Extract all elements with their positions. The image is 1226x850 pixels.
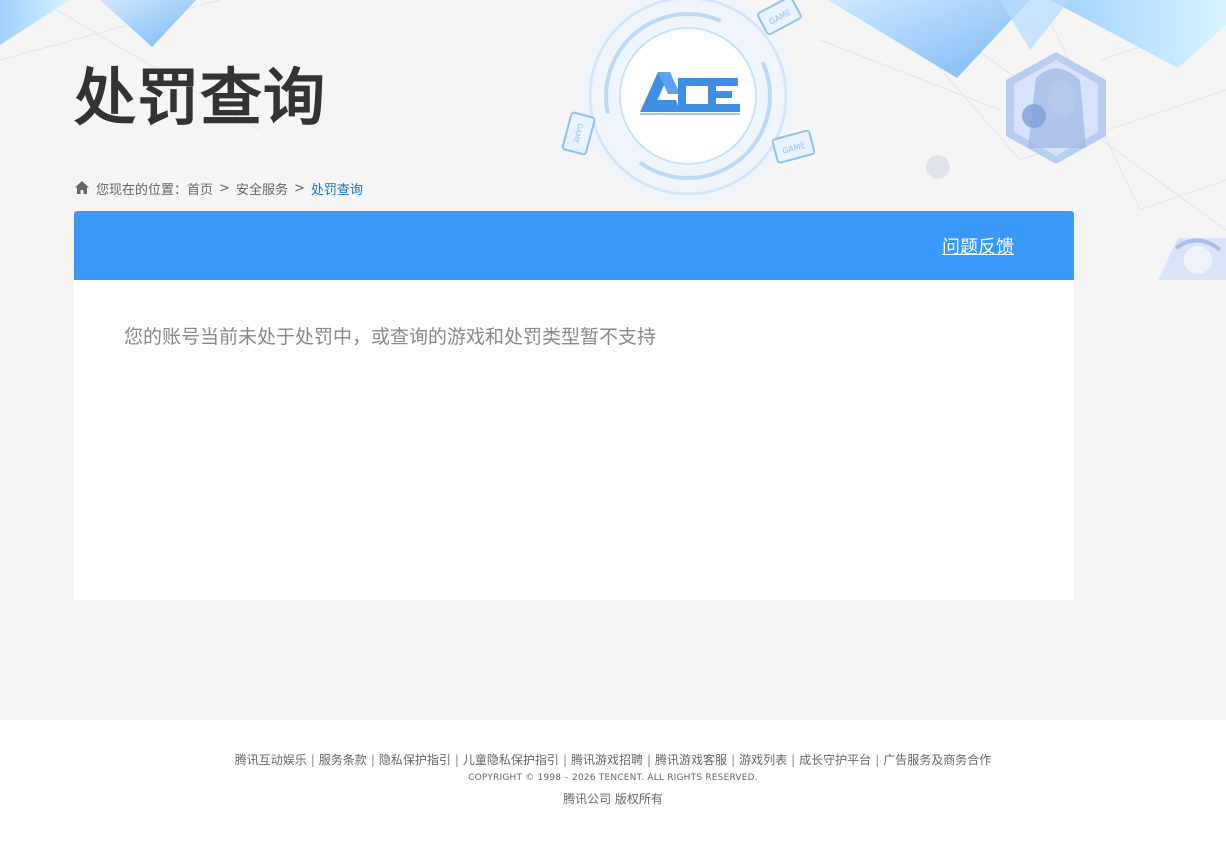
footer-link-advertising[interactable]: 广告服务及商务合作 [883,753,991,767]
breadcrumb-separator: > [219,180,230,196]
footer-divider: | [875,753,880,767]
footer-link-recruitment[interactable]: 腾讯游戏招聘 [571,753,643,767]
breadcrumb-current: 处罚查询 [310,182,363,198]
breadcrumb-prefix: 您现在的位置： [96,182,188,198]
footer-link-privacy[interactable]: 隐私保护指引 [379,753,451,767]
footer-divider: | [370,753,375,767]
footer-divider: | [310,753,315,767]
panel-body: 您的账号当前未处于处罚中，或查询的游戏和处罚类型暂不支持 [74,280,1074,391]
ace-logo-icon [640,72,740,115]
footer-link-game-list[interactable]: 游戏列表 [739,753,787,767]
feedback-link[interactable]: 问题反馈 [942,233,1014,259]
copyright-text: COPYRIGHT © 1998 – 2026 TENCENT. ALL RIG… [468,773,758,783]
footer-link-growth-guardian[interactable]: 成长守护平台 [799,753,871,767]
breadcrumb-home[interactable]: 首页 [187,179,213,198]
footer-divider: | [562,753,567,767]
result-message: 您的账号当前未处于处罚中，或查询的游戏和处罚类型暂不支持 [124,326,657,348]
panel-header: 问题反馈 [74,211,1074,280]
breadcrumb: 您现在的位置： 首页 > 安全服务 > 处罚查询 [74,177,363,199]
footer-link-child-privacy[interactable]: 儿童隐私保护指引 [463,753,559,767]
svg-text:GAME: GAME [781,141,806,156]
svg-text:GAME: GAME [768,7,793,26]
footer-link-tencent-entertainment[interactable]: 腾讯互动娱乐 [235,753,307,767]
home-icon [74,180,90,196]
svg-text:GAME: GAME [571,122,584,144]
footer-links: 腾讯互动娱乐 | 服务条款 | 隐私保护指引 | 儿童隐私保护指引 | 腾讯游戏招聘 | 腾讯游戏客… [0,752,1226,768]
footer-divider: | [731,753,736,767]
breadcrumb-separator: > [293,180,305,196]
footer-link-terms[interactable]: 服务条款 [319,753,367,767]
footer-divider: | [454,753,459,767]
footer-link-customer-service[interactable]: 腾讯游戏客服 [655,753,727,767]
footer: 腾讯互动娱乐 | 服务条款 | 隐私保护指引 | 儿童隐私保护指引 | 腾讯游戏招聘 | 腾讯游戏客… [0,720,1226,850]
page-title: 处罚查询 [74,61,327,134]
breadcrumb-security-services[interactable]: 安全服务 [236,179,288,198]
footer-divider: | [791,753,796,767]
result-panel: 问题反馈 您的账号当前未处于处罚中，或查询的游戏和处罚类型暂不支持 [74,211,1074,600]
company-text: 腾讯公司 版权所有 [563,792,663,806]
footer-divider: | [647,753,652,767]
